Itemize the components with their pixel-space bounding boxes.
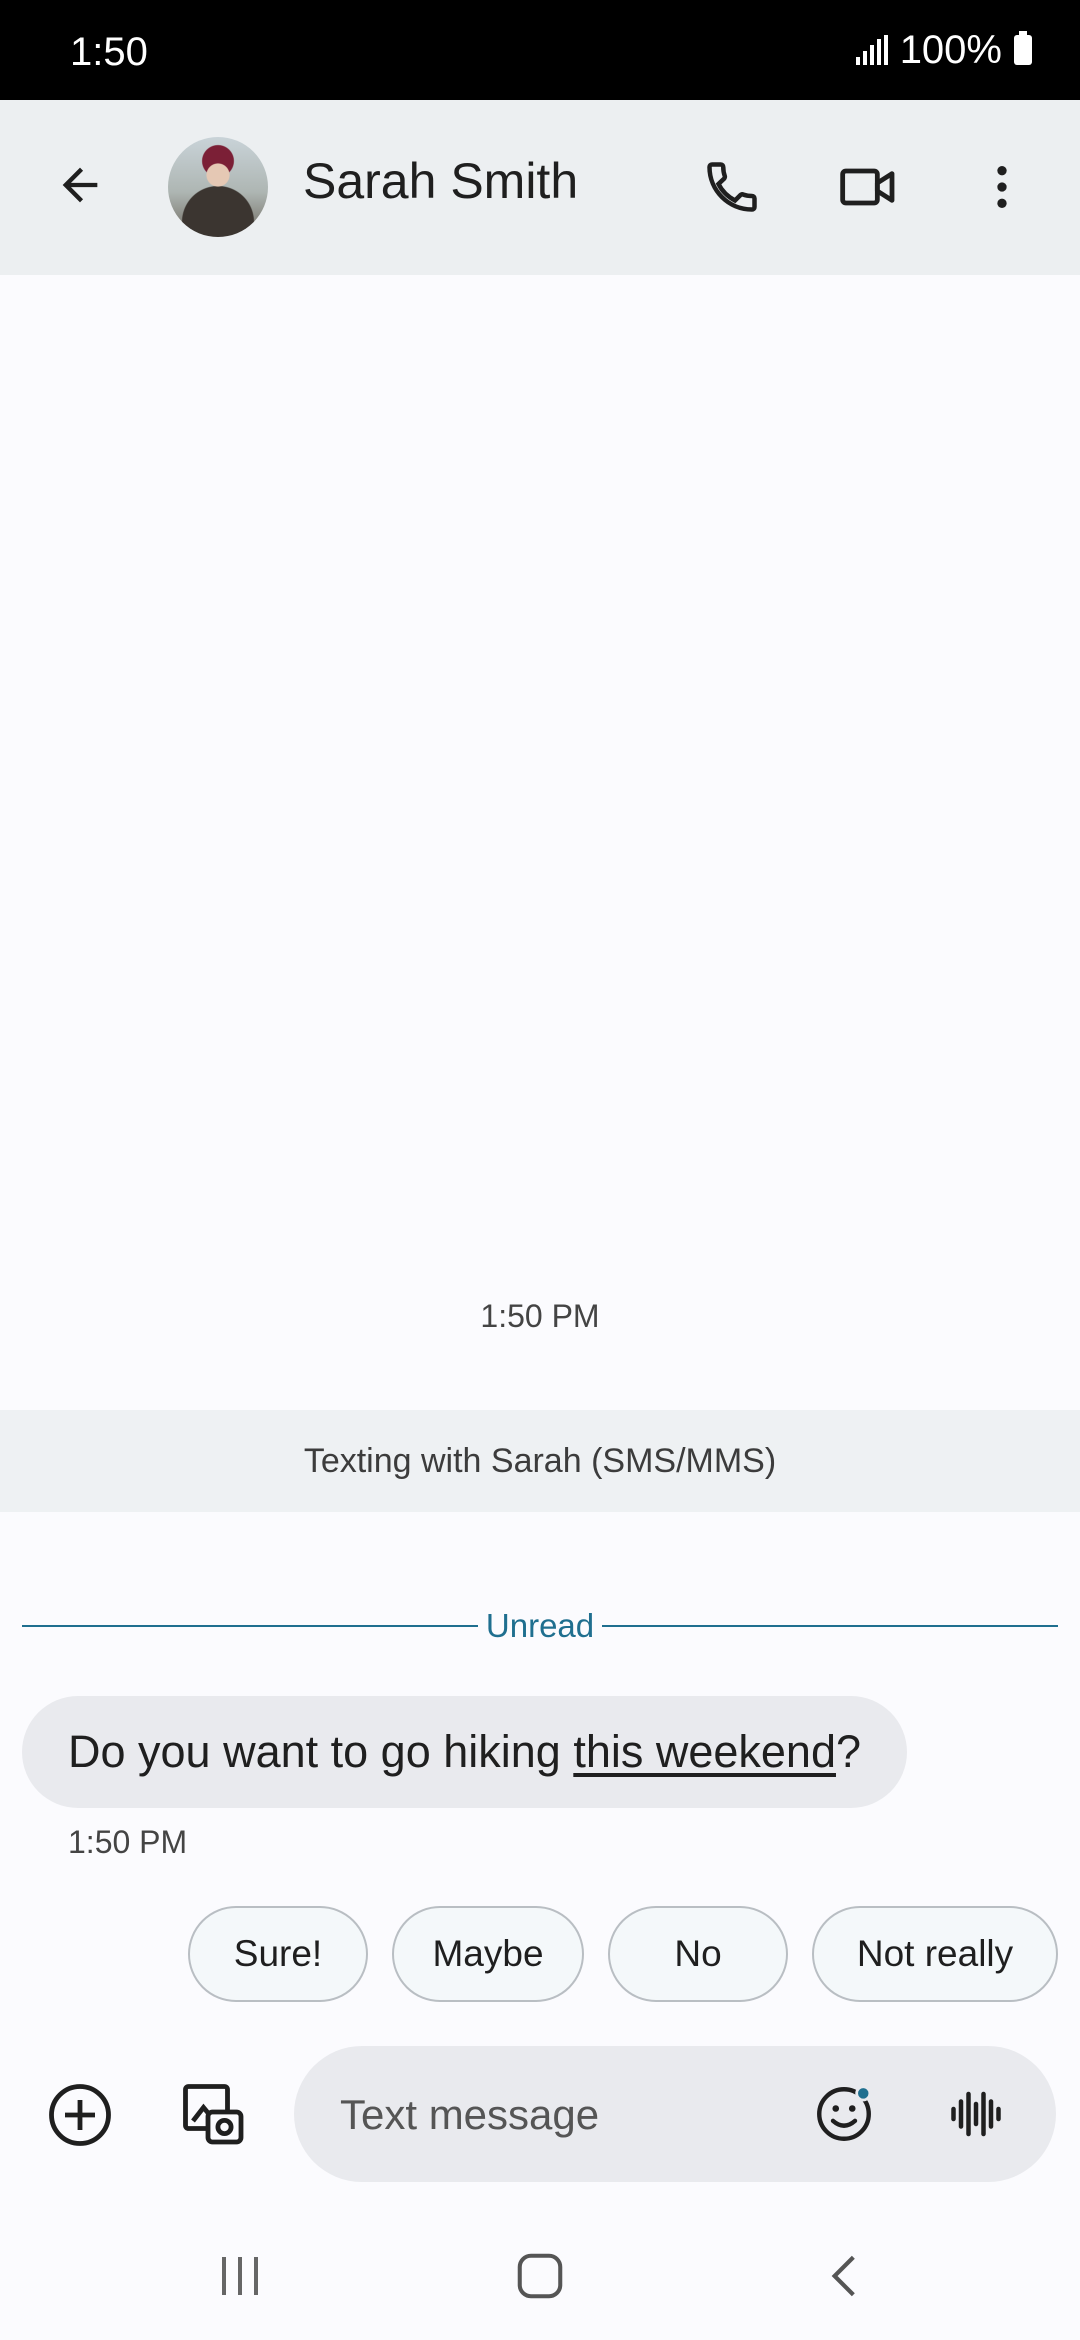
- suggestion-chip[interactable]: No: [608, 1906, 788, 2002]
- home-button[interactable]: [490, 2236, 590, 2316]
- recents-button[interactable]: [190, 2236, 290, 2316]
- emoji-icon: [817, 2085, 872, 2141]
- contact-name[interactable]: Sarah Smith: [303, 152, 578, 210]
- home-icon: [517, 2253, 563, 2299]
- battery-percentage: 100%: [899, 27, 1002, 72]
- compose-field: [294, 2046, 1056, 2184]
- call-button[interactable]: [690, 145, 774, 229]
- more-vert-icon: [997, 166, 1007, 208]
- date-link[interactable]: this weekend: [573, 1726, 836, 1778]
- status-time: 1:50: [70, 30, 148, 74]
- back-nav-button[interactable]: [795, 2236, 895, 2316]
- suggestion-chip[interactable]: Maybe: [392, 1906, 584, 2002]
- conversation-timestamp: 1:50 PM: [480, 1298, 600, 1334]
- battery-icon: [1014, 31, 1032, 65]
- message-timestamp: 1:50 PM: [68, 1824, 188, 1860]
- suggestion-chip[interactable]: Sure!: [188, 1906, 368, 2002]
- incoming-message-bubble[interactable]: Do you want to go hiking this weekend ?: [22, 1696, 908, 1808]
- contact-avatar[interactable]: [168, 137, 268, 237]
- system-nav-bar: [0, 2206, 1080, 2340]
- chevron-left-icon: [831, 2255, 855, 2297]
- status-right: 100%: [855, 27, 1032, 72]
- recents-icon: [222, 2257, 258, 2295]
- video-call-button[interactable]: [826, 145, 910, 229]
- more-options-button[interactable]: [960, 145, 1044, 229]
- message-text: Do you want to go hiking: [68, 1726, 574, 1777]
- arrow-left-icon: [62, 167, 98, 203]
- messages-screen: 1:50 100% Sarah Smith 1:50 PM Texting wi…: [0, 0, 1080, 2340]
- gallery-button[interactable]: [172, 2073, 256, 2157]
- video-camera-icon: [840, 168, 895, 206]
- suggestion-chip[interactable]: Not really: [812, 1906, 1058, 2002]
- voice-message-button[interactable]: [934, 2072, 1018, 2156]
- unread-label: Unread: [485, 1607, 595, 1644]
- message-text-end: ?: [835, 1726, 862, 1777]
- signal-icon: [855, 35, 888, 65]
- voice-wave-icon: [951, 2091, 1001, 2137]
- divider-line: [602, 1625, 1059, 1627]
- gallery-icon: [183, 2084, 244, 2145]
- emoji-button[interactable]: [802, 2072, 886, 2156]
- status-bar: 1:50 100%: [0, 0, 1080, 100]
- app-bar: Sarah Smith: [0, 100, 1080, 275]
- phone-icon: [707, 162, 757, 212]
- add-attachment-button[interactable]: [38, 2073, 122, 2157]
- smart-reply-suggestions: Sure! Maybe No Not really: [188, 1906, 1058, 2002]
- unread-divider: Unread: [22, 1604, 1059, 1648]
- divider-line: [22, 1625, 478, 1627]
- back-button[interactable]: [40, 140, 120, 230]
- message-input[interactable]: [338, 2046, 762, 2184]
- add-circle-icon: [49, 2084, 111, 2146]
- sms-info-banner: Texting with Sarah (SMS/MMS): [0, 1410, 1080, 1512]
